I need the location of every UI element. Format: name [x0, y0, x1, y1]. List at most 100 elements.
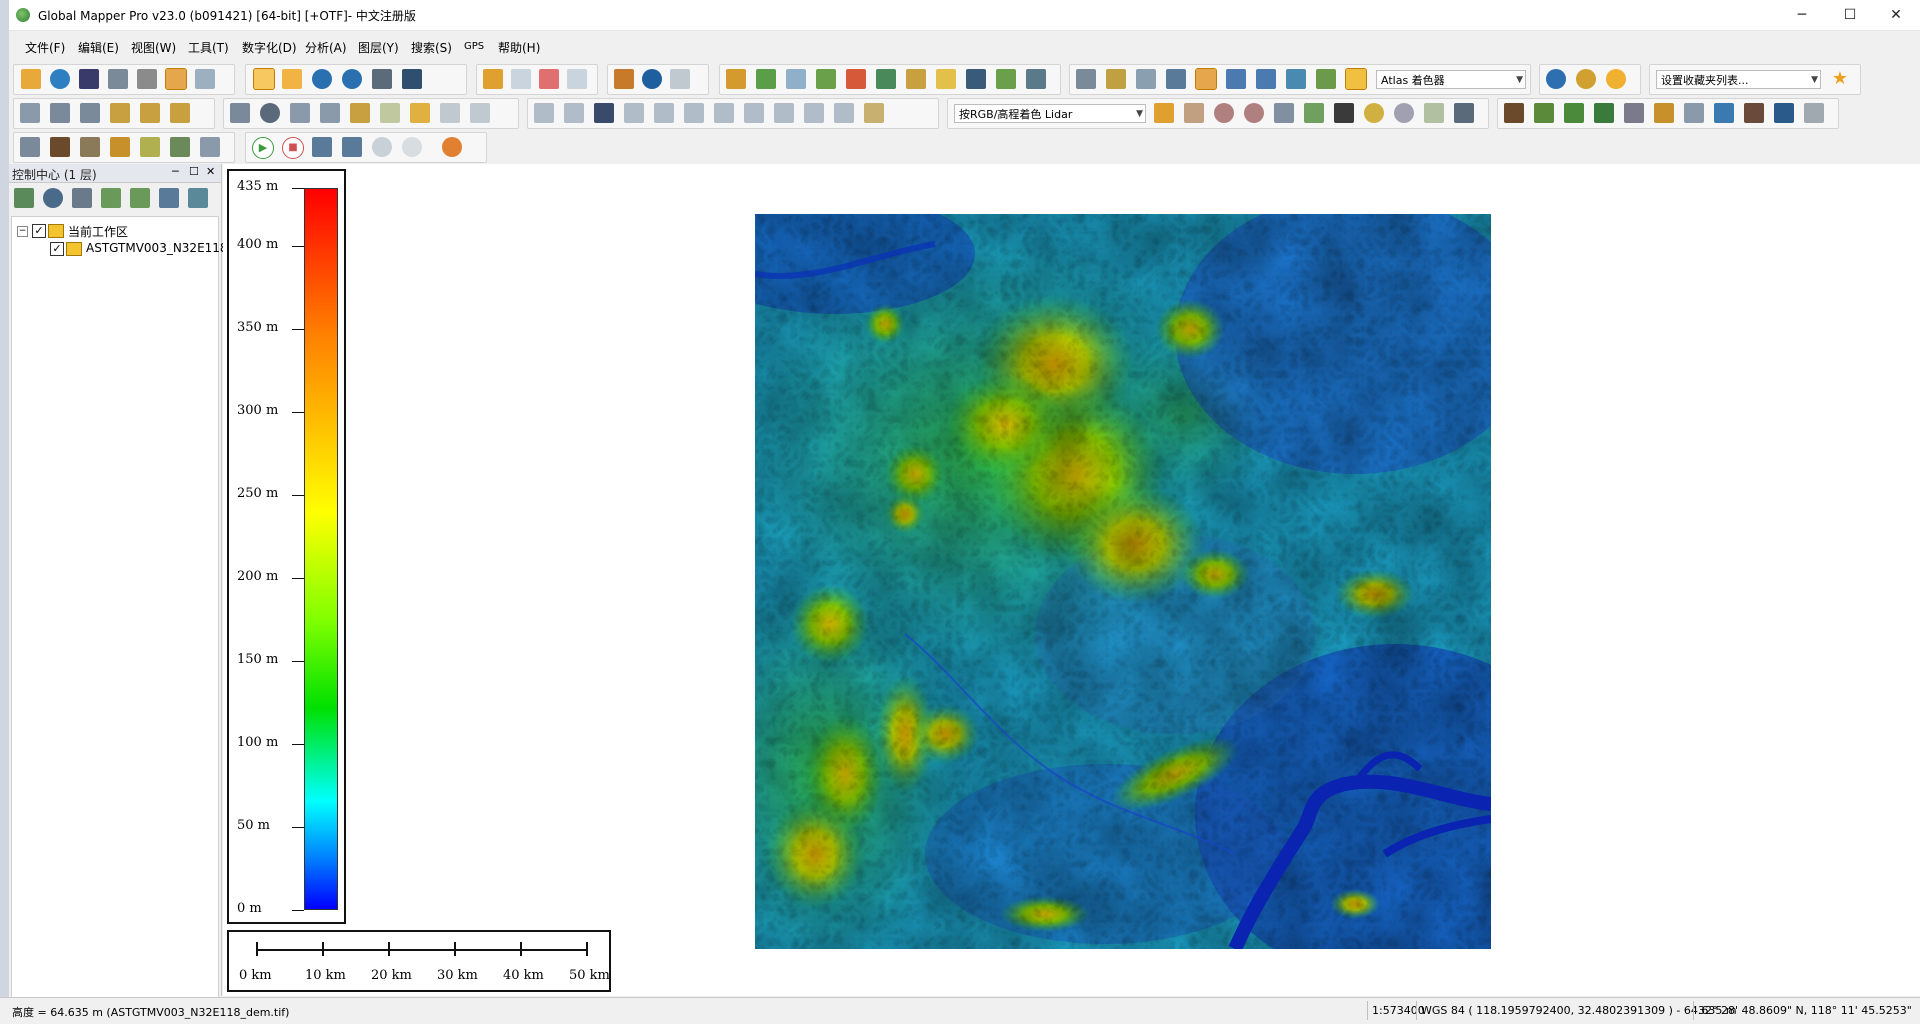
remove-target-icon[interactable]: [402, 137, 422, 157]
config-icon[interactable]: [108, 69, 128, 89]
pencil-icon[interactable]: [483, 69, 503, 89]
control-center-icon[interactable]: [165, 68, 187, 90]
hillshade-icon[interactable]: [1195, 68, 1217, 90]
zoom-to-layer-icon[interactable]: [130, 188, 150, 208]
maximize-button[interactable]: ☐: [1827, 0, 1873, 30]
edit-vertex-icon[interactable]: [470, 103, 490, 123]
options-icon[interactable]: [101, 188, 121, 208]
zoom-select-icon[interactable]: [253, 68, 275, 90]
circle-tool-icon[interactable]: [260, 103, 280, 123]
panel-float-button[interactable]: ☐: [189, 165, 199, 178]
menu-search[interactable]: 搜索(S): [411, 39, 452, 56]
pan-hand-icon[interactable]: [282, 69, 302, 89]
metadata-icon[interactable]: [72, 188, 92, 208]
powerline-icon[interactable]: [1684, 103, 1704, 123]
snap-icon[interactable]: [654, 103, 674, 123]
building-icon[interactable]: [1624, 103, 1644, 123]
triangle-icon[interactable]: [1334, 103, 1354, 123]
lidar-edit-icon[interactable]: [1304, 103, 1324, 123]
globe-icon[interactable]: [50, 69, 70, 89]
water-drop-icon[interactable]: [1256, 69, 1276, 89]
open-data-icon[interactable]: [14, 188, 34, 208]
path-fly-icon[interactable]: [342, 137, 362, 157]
3d-view-icon[interactable]: [1166, 69, 1186, 89]
grass-icon[interactable]: [1534, 103, 1554, 123]
link-icon[interactable]: [43, 188, 63, 208]
split-line-icon[interactable]: [140, 103, 160, 123]
lidar-circle-icon[interactable]: [1394, 103, 1414, 123]
panel-pin-button[interactable]: ─: [172, 165, 179, 178]
move-icon[interactable]: [534, 103, 554, 123]
open-folder-icon[interactable]: [21, 69, 41, 89]
paste-feature-icon[interactable]: [804, 103, 824, 123]
shapes-icon[interactable]: [410, 103, 430, 123]
home-icon[interactable]: [402, 69, 422, 89]
info-icon[interactable]: [642, 69, 662, 89]
menu-analysis[interactable]: 分析(A): [305, 39, 347, 56]
shrub-icon[interactable]: [1564, 103, 1584, 123]
back-arrow-icon[interactable]: [372, 69, 392, 89]
buffer-icon[interactable]: [744, 103, 764, 123]
node-icon[interactable]: [594, 103, 614, 123]
draw-line-icon[interactable]: [20, 103, 40, 123]
export-icon[interactable]: [1026, 69, 1046, 89]
split-icon[interactable]: [684, 103, 704, 123]
workspace-checkbox[interactable]: ✓: [32, 224, 46, 238]
collapse-icon[interactable]: −: [17, 226, 28, 237]
key-icon[interactable]: [1774, 103, 1794, 123]
water-level-icon[interactable]: [1226, 69, 1246, 89]
close-layer-icon[interactable]: [188, 188, 208, 208]
save-icon[interactable]: [79, 69, 99, 89]
overview-icon[interactable]: [195, 69, 215, 89]
find-icon[interactable]: [670, 69, 690, 89]
tree-icon[interactable]: [1594, 103, 1614, 123]
profile-icon[interactable]: [786, 69, 806, 89]
flag-icon[interactable]: [80, 137, 100, 157]
image-icon[interactable]: [936, 69, 956, 89]
noise-icon[interactable]: [1454, 103, 1474, 123]
layer-node[interactable]: ✓ ASTGTMV003_N32E118: [12, 241, 228, 259]
wrench-icon[interactable]: [137, 69, 157, 89]
merge-icon[interactable]: [714, 103, 734, 123]
puzzle-icon[interactable]: [170, 137, 190, 157]
contour-icon[interactable]: [756, 69, 776, 89]
elevation-icon[interactable]: [1286, 69, 1306, 89]
tower-icon[interactable]: [1654, 103, 1674, 123]
workspace-node[interactable]: − ✓ 当前工作区: [12, 223, 216, 241]
classify-icon[interactable]: [1364, 103, 1384, 123]
add-target-icon[interactable]: [372, 137, 392, 157]
line-pen-icon[interactable]: [230, 103, 250, 123]
star-icon[interactable]: ★: [1830, 69, 1850, 89]
edit-line-icon[interactable]: [110, 103, 130, 123]
sun-direction-icon[interactable]: [1106, 69, 1126, 89]
class-grid-icon[interactable]: [1804, 103, 1824, 123]
surface-icon[interactable]: [140, 137, 160, 157]
check-tool-icon[interactable]: [440, 103, 460, 123]
select-rect-icon[interactable]: [511, 69, 531, 89]
ground-icon[interactable]: [1424, 103, 1444, 123]
layer-checkbox[interactable]: ✓: [50, 242, 64, 256]
anchor-icon[interactable]: [320, 103, 340, 123]
copy-feature-icon[interactable]: [774, 103, 794, 123]
stop-icon[interactable]: ■: [282, 137, 304, 159]
menu-digitize[interactable]: 数字化(D): [242, 39, 297, 56]
scale-tool-icon[interactable]: [624, 103, 644, 123]
minimize-button[interactable]: ─: [1779, 0, 1825, 30]
crop-icon[interactable]: [834, 103, 854, 123]
favorites-select[interactable]: 设置收藏夹列表... ▼: [1656, 70, 1821, 89]
menu-tools[interactable]: 工具(T): [188, 39, 229, 56]
zoom-in-icon[interactable]: [312, 69, 332, 89]
lidar-grid-icon[interactable]: [1274, 103, 1294, 123]
menu-gps[interactable]: GPS: [464, 41, 484, 52]
bar-chart-icon[interactable]: [1316, 69, 1336, 89]
point-cloud-icon[interactable]: [1184, 103, 1204, 123]
brush-icon[interactable]: [350, 103, 370, 123]
volume-icon[interactable]: [876, 69, 896, 89]
fly-icon[interactable]: [312, 137, 332, 157]
menu-edit[interactable]: 编辑(E): [78, 39, 119, 56]
grid-tool-icon[interactable]: [290, 103, 310, 123]
draw-path-icon[interactable]: [50, 103, 70, 123]
lidar-zoom-icon[interactable]: [1244, 103, 1264, 123]
night-mode-icon[interactable]: [1606, 69, 1626, 89]
filter-icon[interactable]: [1154, 103, 1174, 123]
